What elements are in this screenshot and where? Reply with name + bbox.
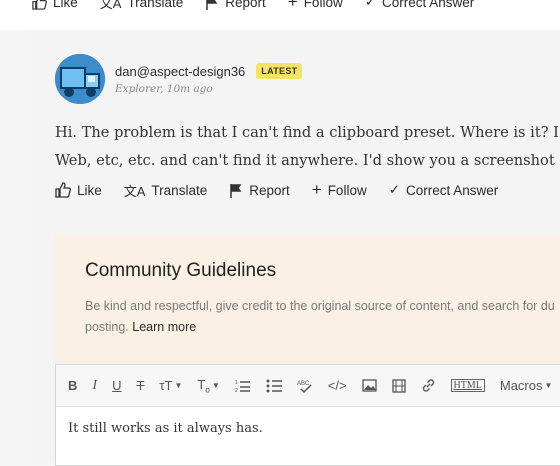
like-button[interactable]: Like	[32, 0, 78, 10]
previous-post-actions-bar: Like 文A Translate Report + Follow ✓ Corr…	[0, 0, 560, 30]
chevron-down-icon: ▼	[174, 381, 183, 390]
guidelines-posting-text: posting.	[85, 320, 129, 334]
plus-icon: +	[287, 0, 298, 11]
spellcheck-button[interactable]: ABC	[297, 376, 313, 396]
avatar-truck-image	[55, 54, 105, 104]
report-button[interactable]: Report	[229, 183, 290, 198]
editor-content[interactable]: It still works as it always has.	[68, 421, 263, 436]
code-icon: </>	[327, 378, 347, 393]
underline-button[interactable]: U	[112, 376, 121, 396]
numbered-list-button[interactable]: 12	[235, 376, 251, 396]
thumbs-up-icon	[55, 182, 71, 198]
editor-toolbar: B I U T τT ▼ Tɒ ▼ 12 ABC </> HTML Macros ▼	[56, 365, 560, 407]
text-size-icon: τT	[159, 378, 173, 393]
link-icon	[422, 379, 434, 392]
checkmark-icon: ✓	[388, 182, 401, 197]
html-icon: HTML	[450, 379, 485, 392]
strikethrough-button[interactable]: T	[136, 376, 144, 396]
follow-label: Follow	[327, 182, 367, 198]
post-body-line: Hi. The problem is that I can't find a c…	[55, 124, 559, 141]
avatar[interactable]	[55, 54, 105, 104]
video-icon	[391, 378, 406, 393]
guidelines-text-line: Be kind and respectful, give credit to t…	[85, 299, 555, 313]
report-button[interactable]: Report	[205, 0, 266, 10]
correct-answer-button[interactable]: ✓ Correct Answer	[365, 0, 475, 10]
report-label: Report	[249, 182, 290, 198]
flag-icon	[206, 0, 218, 10]
guidelines-title: Community Guidelines	[85, 260, 277, 281]
post-author-row: dan@aspect-design36 LATEST	[115, 63, 303, 79]
spellcheck-icon: ABC	[297, 381, 312, 393]
checkmark-icon: ✓	[364, 0, 377, 9]
bullet-list-icon	[266, 379, 282, 392]
translate-button[interactable]: 文A Translate	[124, 181, 207, 200]
html-button[interactable]: HTML	[450, 376, 485, 396]
insert-video-button[interactable]	[391, 376, 406, 396]
plus-icon: +	[311, 180, 322, 199]
community-guidelines-box: Community Guidelines Be kind and respect…	[55, 235, 560, 363]
translate-icon: 文A	[99, 0, 122, 11]
thumbs-up-icon	[32, 0, 47, 10]
svg-text:ABC: ABC	[297, 381, 310, 387]
latest-badge: LATEST	[256, 63, 303, 79]
svg-text:2: 2	[235, 388, 238, 393]
flag-icon	[230, 183, 242, 198]
translate-button[interactable]: 文A Translate	[100, 0, 183, 12]
chevron-down-icon: ▼	[211, 381, 220, 390]
reply-editor: B I U T τT ▼ Tɒ ▼ 12 ABC </> HTML Macros ▼ …	[55, 364, 560, 466]
translate-label: Translate	[127, 0, 184, 10]
follow-label: Follow	[303, 0, 343, 10]
chevron-down-icon: ▼	[544, 381, 553, 390]
like-button[interactable]: Like	[55, 182, 102, 198]
macros-label: Macros	[499, 378, 543, 393]
format-dropdown[interactable]: Tɒ ▼	[197, 376, 219, 396]
guidelines-text: Be kind and respectful, give credit to t…	[85, 296, 560, 338]
italic-button[interactable]: I	[92, 376, 97, 396]
code-button[interactable]: </>	[328, 376, 347, 396]
post-body: Hi. The problem is that I can't find a c…	[55, 119, 560, 175]
follow-button[interactable]: + Follow	[312, 180, 367, 200]
previous-post-actions: Like 文A Translate Report + Follow ✓ Corr…	[32, 0, 496, 12]
text-format-icon: Tɒ	[197, 376, 210, 395]
translate-label: Translate	[151, 182, 208, 198]
translate-icon: 文A	[123, 183, 146, 199]
like-label: Like	[53, 0, 78, 10]
insert-image-button[interactable]	[361, 376, 377, 396]
like-label: Like	[77, 182, 102, 198]
post-meta: Explorer, 10m ago	[115, 83, 213, 95]
image-icon	[361, 379, 377, 392]
post-actions: Like 文A Translate Report + Follow ✓ Corr…	[55, 180, 520, 200]
correct-answer-button[interactable]: ✓ Correct Answer	[389, 182, 499, 198]
macros-dropdown[interactable]: Macros ▼	[500, 376, 553, 396]
learn-more-link[interactable]: Learn more	[132, 320, 196, 334]
svg-text:1: 1	[235, 380, 238, 386]
font-size-dropdown[interactable]: τT ▼	[159, 376, 182, 396]
guidelines-text-line: posting. Learn more	[85, 317, 560, 338]
bold-button[interactable]: B	[68, 376, 77, 396]
author-name[interactable]: dan@aspect-design36	[115, 64, 245, 79]
post-body-line: Web, etc, etc. and can't find it anywher…	[55, 152, 560, 169]
bullet-list-button[interactable]	[266, 376, 282, 396]
insert-link-button[interactable]	[421, 376, 436, 396]
numbered-list-icon: 12	[235, 380, 250, 393]
correct-answer-label: Correct Answer	[382, 0, 475, 10]
report-label: Report	[225, 0, 266, 10]
correct-answer-label: Correct Answer	[406, 182, 499, 198]
follow-button[interactable]: + Follow	[288, 0, 343, 12]
